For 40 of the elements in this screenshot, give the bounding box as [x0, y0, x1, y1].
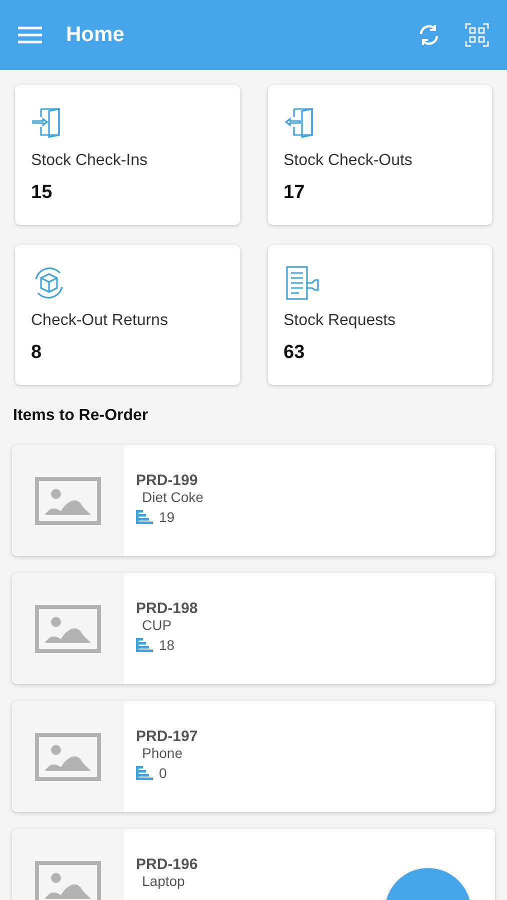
stat-label: Stock Check-Ins [31, 152, 148, 170]
image-placeholder-icon [35, 476, 101, 524]
qr-scan-icon[interactable] [465, 23, 489, 47]
product-card[interactable]: PRD-197 Phone 0 [12, 701, 495, 812]
product-name: CUP [142, 617, 172, 633]
menu-icon[interactable] [18, 26, 42, 44]
stock-level-icon [136, 766, 153, 780]
image-placeholder-icon [35, 860, 101, 900]
quantity: 19 [159, 509, 175, 525]
product-code: PRD-199 [136, 472, 198, 489]
stat-card[interactable]: Stock Check-Ins 15 [15, 85, 240, 225]
product-code: PRD-198 [136, 600, 198, 617]
section-title: Items to Re-Order [13, 407, 148, 425]
quantity: 0 [159, 765, 167, 781]
stat-count: 8 [31, 342, 42, 364]
stat-count: 17 [284, 182, 305, 204]
product-code: PRD-196 [136, 856, 198, 873]
stat-label: Stock Requests [284, 312, 396, 330]
stat-count: 15 [31, 182, 52, 204]
image-placeholder-icon [35, 732, 101, 780]
page-title: Home [66, 23, 126, 47]
stock-level-icon [136, 510, 153, 524]
stat-card[interactable]: Stock Requests 63 [268, 245, 492, 385]
product-name: Laptop [142, 873, 185, 889]
stock-level-icon [136, 638, 153, 652]
image-placeholder-icon [35, 604, 101, 652]
product-name: Phone [142, 745, 182, 761]
stat-card[interactable]: Check-Out Returns 8 [15, 245, 240, 385]
product-card[interactable]: PRD-199 Diet Coke 19 [12, 445, 495, 556]
product-card[interactable]: PRD-196 Laptop [12, 829, 495, 900]
stat-card[interactable]: Stock Check-Outs 17 [268, 85, 492, 225]
product-card[interactable]: PRD-198 CUP 18 [12, 573, 495, 684]
sync-icon[interactable] [417, 23, 441, 47]
product-name: Diet Coke [142, 489, 204, 505]
stat-count: 63 [284, 342, 305, 364]
product-code: PRD-197 [136, 728, 198, 745]
stat-label: Check-Out Returns [31, 312, 168, 330]
quantity: 18 [159, 637, 175, 653]
document-icon [284, 265, 320, 301]
stat-label: Stock Check-Outs [284, 152, 412, 170]
